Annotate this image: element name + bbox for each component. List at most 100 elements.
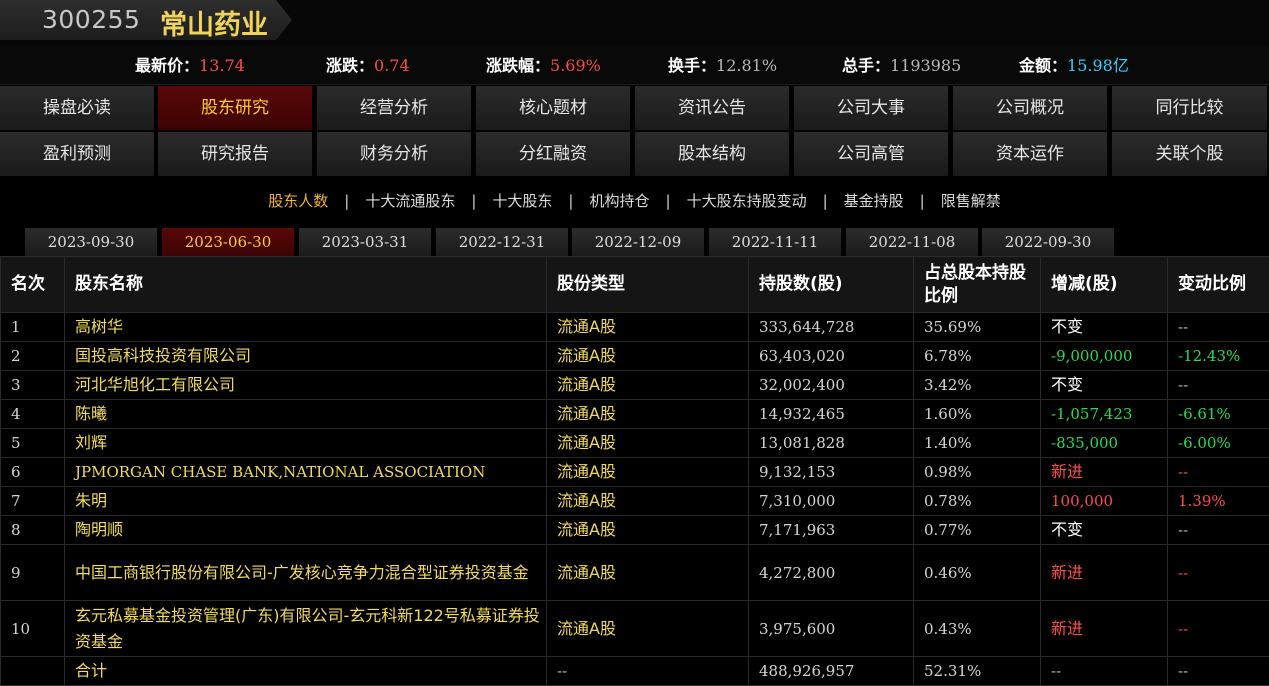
report-date-tabs: 2023-09-30 2023-06-30 2023-03-31 2022-12…	[0, 228, 1269, 256]
date-tab-2022-09-30[interactable]: 2022-09-30	[982, 228, 1114, 256]
cell-holder-name[interactable]: 玄元私募基金投资管理(广东)有限公司-玄元科新122号私募证券投资基金	[65, 601, 547, 657]
change-value: 0.74	[374, 56, 410, 75]
cell-change: --	[1041, 657, 1168, 686]
change-pct-value: 5.69%	[550, 56, 601, 75]
table-row: 4 陈曦 流通A股 14,932,465 1.60% -1,057,423 -6…	[1, 400, 1269, 429]
nav-item-关联个股[interactable]: 关联个股	[1112, 132, 1269, 176]
nav-item-公司高管[interactable]: 公司高管	[794, 132, 950, 176]
cell-holder-name[interactable]: 高树华	[65, 313, 547, 342]
subnav-item-股东人数[interactable]: 股东人数	[268, 192, 328, 210]
date-tab-2023-09-30[interactable]: 2023-09-30	[25, 228, 157, 256]
nav-item-分红融资[interactable]: 分红融资	[476, 132, 632, 176]
date-tab-2023-06-30[interactable]: 2023-06-30	[162, 228, 294, 256]
date-tab-2022-11-11[interactable]: 2022-11-11	[709, 228, 841, 256]
cell-change: 不变	[1041, 371, 1168, 400]
cell-change-pct: --	[1168, 657, 1269, 686]
cell-holder-name[interactable]: 国投高科技投资有限公司	[65, 342, 547, 371]
nav-item-盈利预测[interactable]: 盈利预测	[0, 132, 156, 176]
cell-holder-name[interactable]: 陶明顺	[65, 516, 547, 545]
subnav-item-基金持股[interactable]: 基金持股	[844, 192, 904, 210]
cell-ratio: 3.42%	[914, 371, 1041, 400]
cell-rank: 5	[1, 429, 65, 458]
cell-holder-name[interactable]: 朱明	[65, 487, 547, 516]
cell-holder-name[interactable]: 陈曦	[65, 400, 547, 429]
cell-shares: 9,132,153	[749, 458, 914, 487]
nav-item-公司大事[interactable]: 公司大事	[794, 86, 950, 130]
nav-item-资本运作[interactable]: 资本运作	[953, 132, 1109, 176]
cell-change: 新进	[1041, 458, 1168, 487]
cell-shares: 4,272,800	[749, 545, 914, 601]
nav-item-股东研究[interactable]: 股东研究	[158, 86, 314, 130]
shareholder-table: 名次 股东名称 股份类型 持股数(股) 占总股本持股比例 增减(股) 变动比例 …	[0, 256, 1269, 686]
cell-share-type: 流通A股	[547, 400, 749, 429]
nav-item-公司概况[interactable]: 公司概况	[953, 86, 1109, 130]
nav-item-财务分析[interactable]: 财务分析	[317, 132, 473, 176]
subnav-separator: |	[344, 192, 349, 210]
cell-change-pct: 1.39%	[1168, 487, 1269, 516]
nav-item-股本结构[interactable]: 股本结构	[635, 132, 791, 176]
stock-name: 常山药业	[160, 3, 268, 42]
cell-shares: 14,932,465	[749, 400, 914, 429]
nav-item-资讯公告[interactable]: 资讯公告	[635, 86, 791, 130]
cell-share-type: 流通A股	[547, 545, 749, 601]
change-value: -9,000,000	[1051, 347, 1132, 365]
cell-holder-name[interactable]: JPMORGAN CHASE BANK,NATIONAL ASSOCIATION	[65, 458, 547, 487]
change-pct-value: --	[1178, 564, 1188, 582]
header-change-shares: 增减(股)	[1041, 257, 1168, 313]
subnav-item-十大股东持股变动[interactable]: 十大股东持股变动	[687, 192, 807, 210]
date-tab-2022-11-08[interactable]: 2022-11-08	[846, 228, 978, 256]
quote-turnover: 换手：12.81%	[668, 52, 777, 76]
cell-ratio: 0.46%	[914, 545, 1041, 601]
nav-item-同行比较[interactable]: 同行比较	[1112, 86, 1269, 130]
change-value: 新进	[1051, 563, 1083, 582]
table-row: 8 陶明顺 流通A股 7,171,963 0.77% 不变 --	[1, 516, 1269, 545]
cell-change-pct: -6.61%	[1168, 400, 1269, 429]
cell-share-type: 流通A股	[547, 342, 749, 371]
change-value: --	[1051, 662, 1061, 680]
share-type-value: --	[557, 662, 567, 680]
subnav-item-限售解禁[interactable]: 限售解禁	[941, 192, 1001, 210]
cell-shares: 3,975,600	[749, 601, 914, 657]
cell-change: 100,000	[1041, 487, 1168, 516]
nav-item-核心题材[interactable]: 核心题材	[476, 86, 632, 130]
table-row: 3 河北华旭化工有限公司 流通A股 32,002,400 3.42% 不变 --	[1, 371, 1269, 400]
quote-price: 最新价：13.74	[135, 52, 245, 76]
date-tab-2022-12-09[interactable]: 2022-12-09	[572, 228, 704, 256]
table-row: 2 国投高科技投资有限公司 流通A股 63,403,020 6.78% -9,0…	[1, 342, 1269, 371]
cell-shares: 333,644,728	[749, 313, 914, 342]
subnav-item-十大股东[interactable]: 十大股东	[492, 192, 552, 210]
table-header-row: 名次 股东名称 股份类型 持股数(股) 占总股本持股比例 增减(股) 变动比例	[1, 257, 1269, 313]
subnav-item-十大流通股东[interactable]: 十大流通股东	[365, 192, 455, 210]
nav-item-研究报告[interactable]: 研究报告	[158, 132, 314, 176]
change-pct-value: --	[1178, 521, 1188, 539]
nav-item-经营分析[interactable]: 经营分析	[317, 86, 473, 130]
cell-holder-name[interactable]: 刘辉	[65, 429, 547, 458]
cell-change-pct: --	[1168, 516, 1269, 545]
amount-value: 15.98亿	[1067, 56, 1129, 75]
header-change-ratio: 变动比例	[1168, 257, 1269, 313]
date-tab-2022-12-31[interactable]: 2022-12-31	[436, 228, 568, 256]
cell-share-type: 流通A股	[547, 601, 749, 657]
cell-share-type: 流通A股	[547, 371, 749, 400]
change-pct-value: -6.61%	[1178, 405, 1231, 423]
turnover-label: 换手：	[668, 56, 716, 75]
cell-shares: 13,081,828	[749, 429, 914, 458]
cell-ratio: 0.78%	[914, 487, 1041, 516]
cell-change-pct: --	[1168, 313, 1269, 342]
quote-volume: 总手：1193985	[842, 52, 961, 76]
date-tab-2023-03-31[interactable]: 2023-03-31	[299, 228, 431, 256]
cell-change: -9,000,000	[1041, 342, 1168, 371]
turnover-value: 12.81%	[716, 56, 777, 75]
subnav-separator: |	[568, 192, 573, 210]
change-pct-value: -12.43%	[1178, 347, 1240, 365]
cell-ratio: 0.98%	[914, 458, 1041, 487]
subnav-item-机构持仓[interactable]: 机构持仓	[589, 192, 649, 210]
cell-ratio: 6.78%	[914, 342, 1041, 371]
nav-item-操盘必读[interactable]: 操盘必读	[0, 86, 156, 130]
change-value: -835,000	[1051, 434, 1118, 452]
cell-holder-name[interactable]: 河北华旭化工有限公司	[65, 371, 547, 400]
cell-holder-name[interactable]: 中国工商银行股份有限公司-广发核心竞争力混合型证券投资基金	[65, 545, 547, 601]
cell-share-type: 流通A股	[547, 516, 749, 545]
header-holder-name: 股东名称	[65, 257, 547, 313]
change-value: 新进	[1051, 462, 1083, 481]
